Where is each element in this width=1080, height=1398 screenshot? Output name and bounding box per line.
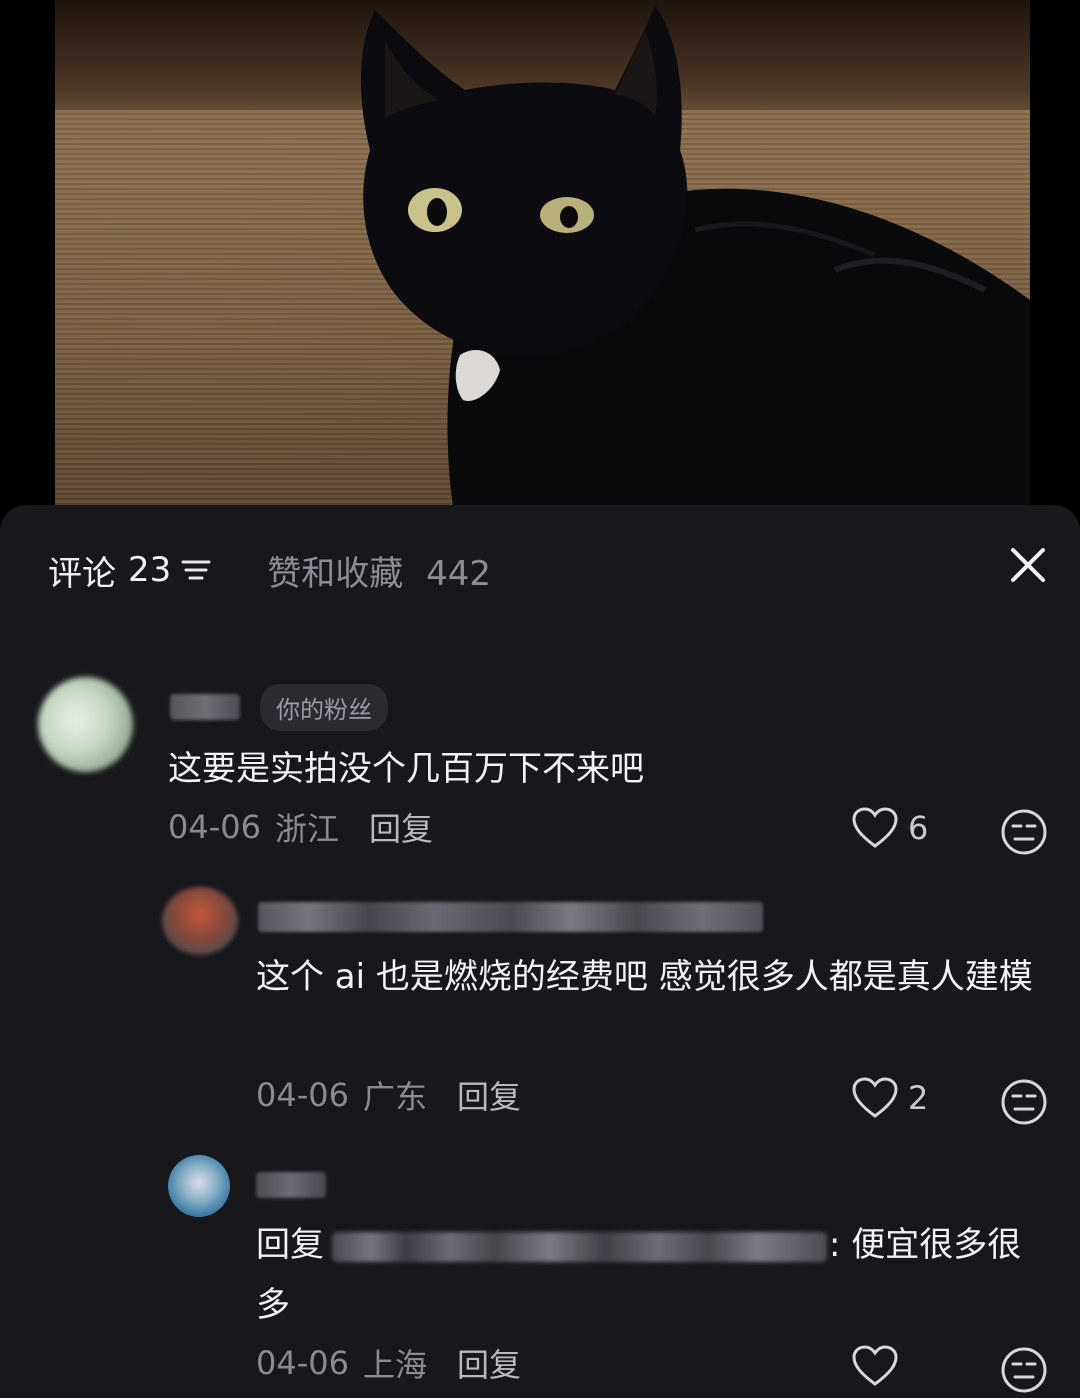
fan-badge: 你的粉丝 bbox=[260, 683, 388, 731]
reply-button[interactable]: 回复 bbox=[369, 804, 433, 850]
comment-text[interactable]: 回复: 便宜很多很多 bbox=[256, 1215, 1026, 1335]
video-player[interactable] bbox=[0, 0, 1080, 520]
comment-meta: 04-06 上海 回复 bbox=[256, 1341, 521, 1385]
tab-likes-count: 442 bbox=[426, 553, 491, 594]
like-count: 2 bbox=[908, 1079, 929, 1117]
comment-meta: 04-06 广东 回复 bbox=[256, 1073, 521, 1117]
comment-author-row bbox=[258, 899, 763, 935]
comment-item: 你的粉丝 这要是实拍没个几百万下不来吧 04-06 浙江 回复 6 bbox=[0, 675, 1080, 855]
meh-face-icon[interactable] bbox=[1000, 1346, 1048, 1394]
avatar[interactable] bbox=[168, 1155, 230, 1217]
comment-text[interactable]: 这个 ai 也是燃烧的经费吧 感觉很多人都是真人建模 bbox=[256, 947, 1046, 1007]
sheet-tabs: 评论 23 赞和收藏 442 bbox=[48, 545, 491, 595]
meh-face-icon[interactable] bbox=[1000, 1078, 1048, 1126]
tab-comments-label: 评论 bbox=[48, 553, 116, 594]
reply-button[interactable]: 回复 bbox=[457, 1340, 521, 1386]
tab-comments-count: 23 bbox=[128, 550, 172, 590]
like-count: 6 bbox=[908, 809, 929, 847]
heart-outline-icon bbox=[852, 1345, 898, 1386]
tab-comments[interactable]: 评论 23 bbox=[48, 546, 211, 595]
sort-lines-icon[interactable] bbox=[181, 556, 211, 584]
author-name-redacted[interactable] bbox=[256, 1172, 326, 1198]
comment-date: 04-06 bbox=[256, 1344, 349, 1382]
author-name-redacted[interactable] bbox=[170, 694, 240, 720]
author-name-redacted[interactable] bbox=[258, 902, 763, 932]
heart-outline-icon bbox=[852, 807, 898, 848]
comment-text[interactable]: 这要是实拍没个几百万下不来吧 bbox=[168, 739, 644, 799]
tab-likes-label: 赞和收藏 bbox=[267, 553, 404, 594]
like-button[interactable]: 2 bbox=[852, 1077, 928, 1119]
meh-face-icon[interactable] bbox=[1000, 808, 1048, 856]
replied-user-redacted[interactable] bbox=[332, 1231, 827, 1262]
reply-comment-item: 这个 ai 也是燃烧的经费吧 感觉很多人都是真人建模 04-06 广东 回复 2 bbox=[0, 885, 1080, 1125]
comment-region: 广东 bbox=[362, 1078, 427, 1116]
reply-button[interactable]: 回复 bbox=[457, 1072, 521, 1118]
reply-prefix: 回复 bbox=[256, 1225, 324, 1265]
black-cat-image bbox=[360, 5, 1030, 520]
like-button[interactable]: 6 bbox=[852, 807, 928, 849]
heart-outline-icon bbox=[852, 1077, 898, 1118]
close-icon[interactable] bbox=[1008, 545, 1048, 585]
comment-author-row: 你的粉丝 bbox=[170, 683, 388, 731]
avatar[interactable] bbox=[162, 887, 238, 955]
comment-region: 上海 bbox=[362, 1346, 427, 1384]
cat-photo bbox=[55, 0, 1030, 520]
comment-date: 04-06 bbox=[168, 808, 261, 846]
avatar[interactable] bbox=[38, 677, 133, 772]
reply-comment-item: 回复: 便宜很多很多 04-06 上海 回复 bbox=[0, 1153, 1080, 1398]
tab-likes-and-favorites[interactable]: 赞和收藏 442 bbox=[267, 546, 491, 595]
like-button[interactable] bbox=[852, 1345, 898, 1387]
comment-meta: 04-06 浙江 回复 bbox=[168, 805, 433, 849]
comment-author-row bbox=[256, 1169, 326, 1201]
comment-region: 浙江 bbox=[274, 810, 339, 848]
comment-sheet: 评论 23 赞和收藏 442 你的粉丝 这要是实拍没个几百万下不来吧 04-06… bbox=[0, 505, 1080, 1398]
comment-date: 04-06 bbox=[256, 1076, 349, 1114]
